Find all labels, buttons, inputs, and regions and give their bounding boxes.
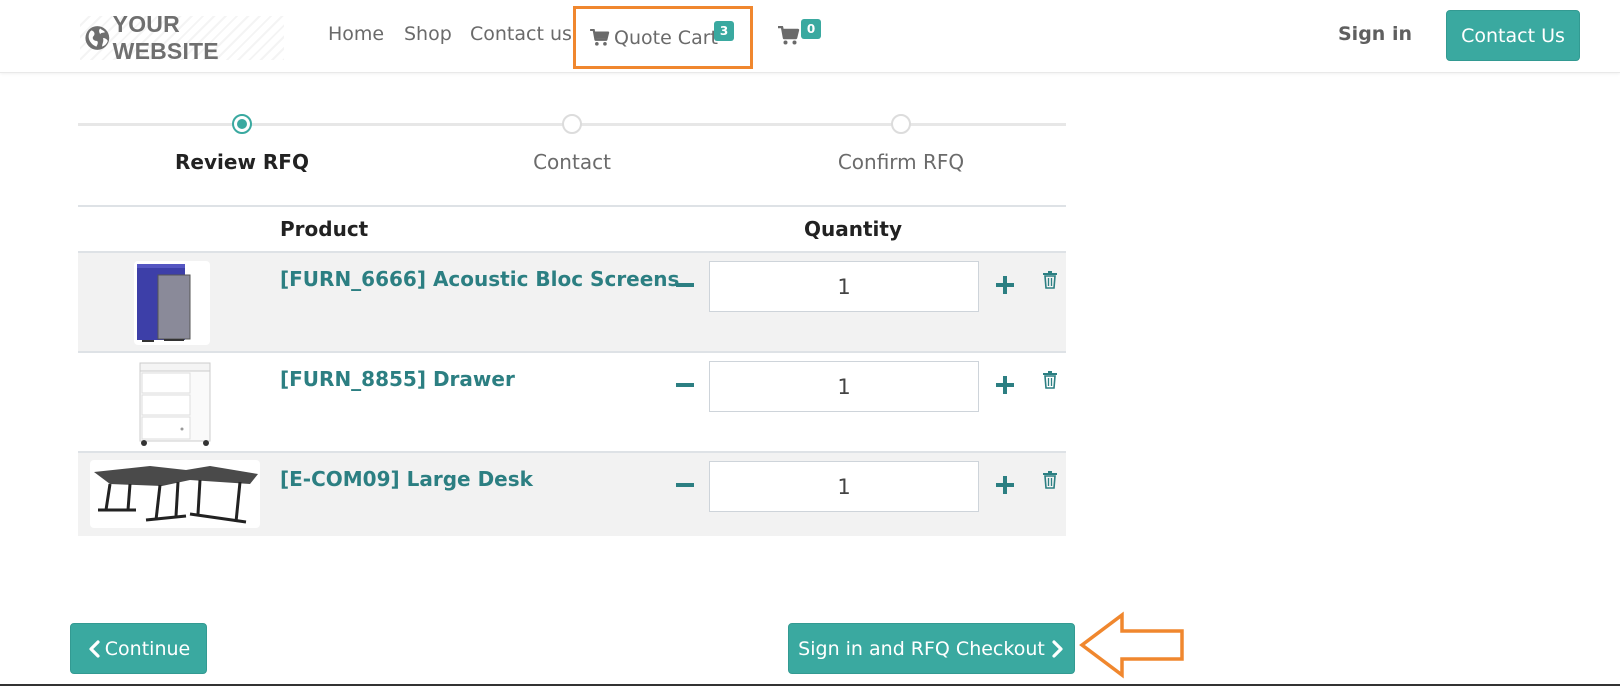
plus-icon [996, 476, 1014, 494]
table-row: [E-COM09] Large Desk [78, 453, 1066, 536]
annotation-arrow-icon [1079, 611, 1184, 679]
plus-icon [996, 376, 1014, 394]
quantity-input[interactable] [709, 361, 979, 412]
chevron-right-icon [1052, 639, 1063, 658]
product-image[interactable] [90, 460, 260, 528]
checkout-progress: Review RFQ Contact Confirm RFQ [78, 106, 1066, 196]
contact-us-button[interactable]: Contact Us [1446, 10, 1580, 61]
continue-button[interactable]: Continue [70, 623, 207, 674]
top-navbar: YOUR WEBSITE Home Shop Contact us Quote … [0, 0, 1620, 73]
quote-cart-link[interactable]: Quote Cart 3 [573, 6, 753, 69]
quantity-input[interactable] [709, 261, 979, 312]
plus-icon [996, 276, 1014, 294]
quantity-input[interactable] [709, 461, 979, 512]
minus-icon [676, 383, 694, 387]
step-dot-confirm [891, 114, 911, 134]
quantity-decrease-button[interactable] [673, 373, 697, 397]
product-link[interactable]: [FURN_8855] Drawer [280, 367, 515, 391]
step-label-confirm: Confirm RFQ [837, 150, 965, 174]
acoustic-screen-image [137, 264, 191, 342]
shopping-cart-link[interactable]: 0 [778, 19, 838, 49]
nav-shop[interactable]: Shop [404, 23, 452, 45]
logo-text: YOUR WEBSITE [112, 11, 219, 64]
trash-icon[interactable] [1042, 471, 1058, 489]
product-link[interactable]: [E-COM09] Large Desk [280, 467, 533, 491]
nav-contact-us[interactable]: Contact us [470, 23, 572, 45]
table-header: Product Quantity [78, 205, 1066, 253]
quantity-increase-button[interactable] [993, 473, 1017, 497]
table-row: [FURN_6666] Acoustic Bloc Screens [78, 253, 1066, 353]
minus-icon [676, 283, 694, 287]
sign-in-link[interactable]: Sign in [1338, 23, 1412, 45]
header-product: Product [280, 217, 369, 241]
minus-icon [676, 483, 694, 487]
header-quantity: Quantity [804, 217, 902, 241]
rfq-product-table: Product Quantity [FURN_6666] Acoustic Bl… [78, 205, 1066, 536]
product-link[interactable]: [FURN_6666] Acoustic Bloc Screens [280, 267, 679, 291]
trash-icon[interactable] [1042, 271, 1058, 289]
drawer-image [139, 362, 211, 446]
quote-cart-count-badge: 3 [714, 21, 734, 41]
cart-icon [778, 26, 800, 45]
quantity-increase-button[interactable] [993, 373, 1017, 397]
product-image[interactable] [134, 361, 214, 447]
cart-icon [590, 28, 610, 46]
continue-label: Continue [104, 637, 191, 660]
rfq-checkout-button[interactable]: Sign in and RFQ Checkout [788, 623, 1075, 674]
quantity-decrease-button[interactable] [673, 273, 697, 297]
quantity-decrease-button[interactable] [673, 473, 697, 497]
step-dot-contact [562, 114, 582, 134]
large-desk-image [94, 466, 258, 524]
quantity-increase-button[interactable] [993, 273, 1017, 297]
nav-home[interactable]: Home [328, 23, 384, 45]
cart-count-badge: 0 [801, 19, 821, 39]
quote-cart-label: Quote Cart [614, 26, 718, 49]
trash-icon[interactable] [1042, 371, 1058, 389]
checkout-label: Sign in and RFQ Checkout [798, 637, 1045, 660]
step-dot-review [232, 114, 252, 134]
globe-icon [85, 26, 110, 50]
product-image[interactable] [134, 261, 210, 345]
step-label-review: Review RFQ [175, 150, 309, 174]
step-label-contact: Contact [533, 150, 611, 174]
chevron-left-icon [89, 639, 100, 658]
table-row: [FURN_8855] Drawer [78, 353, 1066, 453]
site-logo[interactable]: YOUR WEBSITE [80, 11, 284, 64]
